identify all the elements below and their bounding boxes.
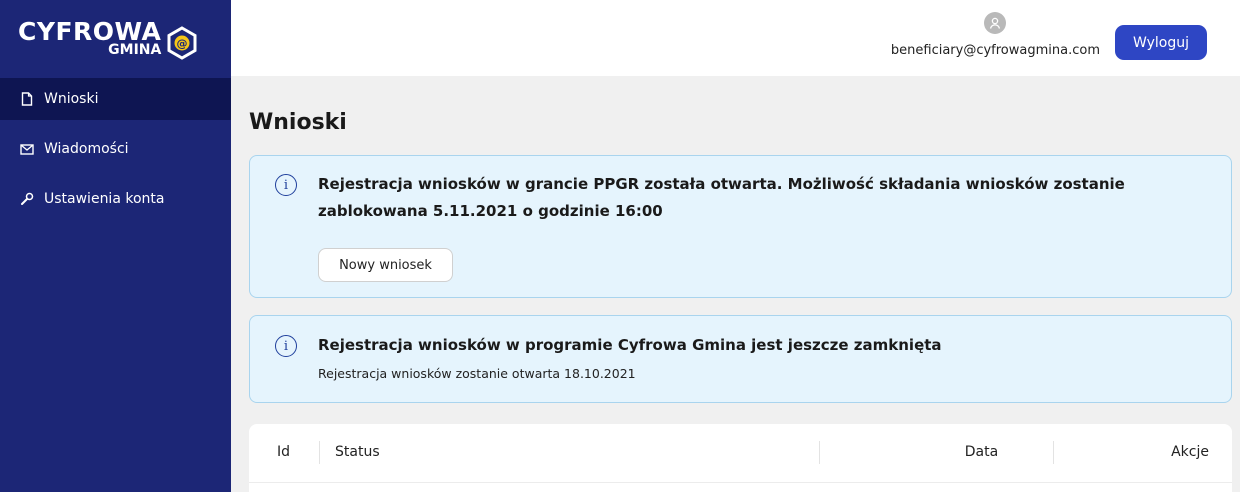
- alert-ppgr-open: i Rejestracja wniosków w grancie PPGR zo…: [249, 155, 1232, 298]
- applications-table: Id Status Data Akcje: [249, 424, 1232, 492]
- sidebar-item-wnioski[interactable]: Wnioski: [0, 78, 231, 120]
- sidebar-nav: Wnioski Wiadomości Ustawienia konta: [0, 78, 231, 220]
- column-header-id[interactable]: Id: [277, 424, 290, 480]
- top-bar: beneficiary@cyfrowagmina.com Wyloguj: [231, 0, 1240, 76]
- column-divider: [1053, 441, 1054, 464]
- logo-hexagon-icon: @: [167, 26, 197, 60]
- app-logo[interactable]: CYFROWA GMINA @: [0, 0, 231, 76]
- alert-subtitle: Rejestracja wniosków zostanie otwarta 18…: [318, 366, 636, 381]
- document-icon: [20, 92, 34, 106]
- logout-button[interactable]: Wyloguj: [1115, 25, 1207, 60]
- info-icon: i: [275, 174, 297, 196]
- sidebar-item-wiadomosci[interactable]: Wiadomości: [0, 128, 231, 170]
- new-application-button[interactable]: Nowy wniosek: [318, 248, 453, 282]
- sidebar-item-label: Ustawienia konta: [44, 191, 165, 207]
- alert-title: Rejestracja wniosków w programie Cyfrowa…: [318, 336, 942, 354]
- logo-text: CYFROWA GMINA: [18, 19, 161, 57]
- sidebar-item-ustawienia-konta[interactable]: Ustawienia konta: [0, 178, 231, 220]
- sidebar-item-label: Wnioski: [44, 91, 99, 107]
- header-divider: [249, 482, 1232, 483]
- mail-icon: [20, 142, 34, 156]
- alert-cyfrowa-gmina-closed: i Rejestracja wniosków w programie Cyfro…: [249, 315, 1232, 403]
- column-header-data[interactable]: Data: [919, 424, 1044, 480]
- logo-line1: CYFROWA: [18, 17, 162, 46]
- page-title: Wnioski: [249, 110, 347, 135]
- wrench-icon: [20, 192, 34, 206]
- alert-title: Rejestracja wniosków w grancie PPGR zost…: [318, 175, 1125, 220]
- sidebar: CYFROWA GMINA @ Wnioski Wiadomości Ustaw: [0, 0, 231, 492]
- column-header-status[interactable]: Status: [335, 424, 380, 480]
- sidebar-item-label: Wiadomości: [44, 141, 129, 157]
- info-icon: i: [275, 335, 297, 357]
- main-content: Wnioski i Rejestracja wniosków w grancie…: [231, 76, 1240, 492]
- user-avatar-icon[interactable]: [984, 12, 1007, 34]
- logo-at-symbol: @: [177, 37, 188, 50]
- user-email: beneficiary@cyfrowagmina.com: [890, 43, 1100, 58]
- column-header-akcje: Akcje: [1171, 444, 1209, 460]
- column-divider: [819, 441, 820, 464]
- user-info: beneficiary@cyfrowagmina.com: [891, 12, 1100, 58]
- column-divider: [319, 441, 320, 464]
